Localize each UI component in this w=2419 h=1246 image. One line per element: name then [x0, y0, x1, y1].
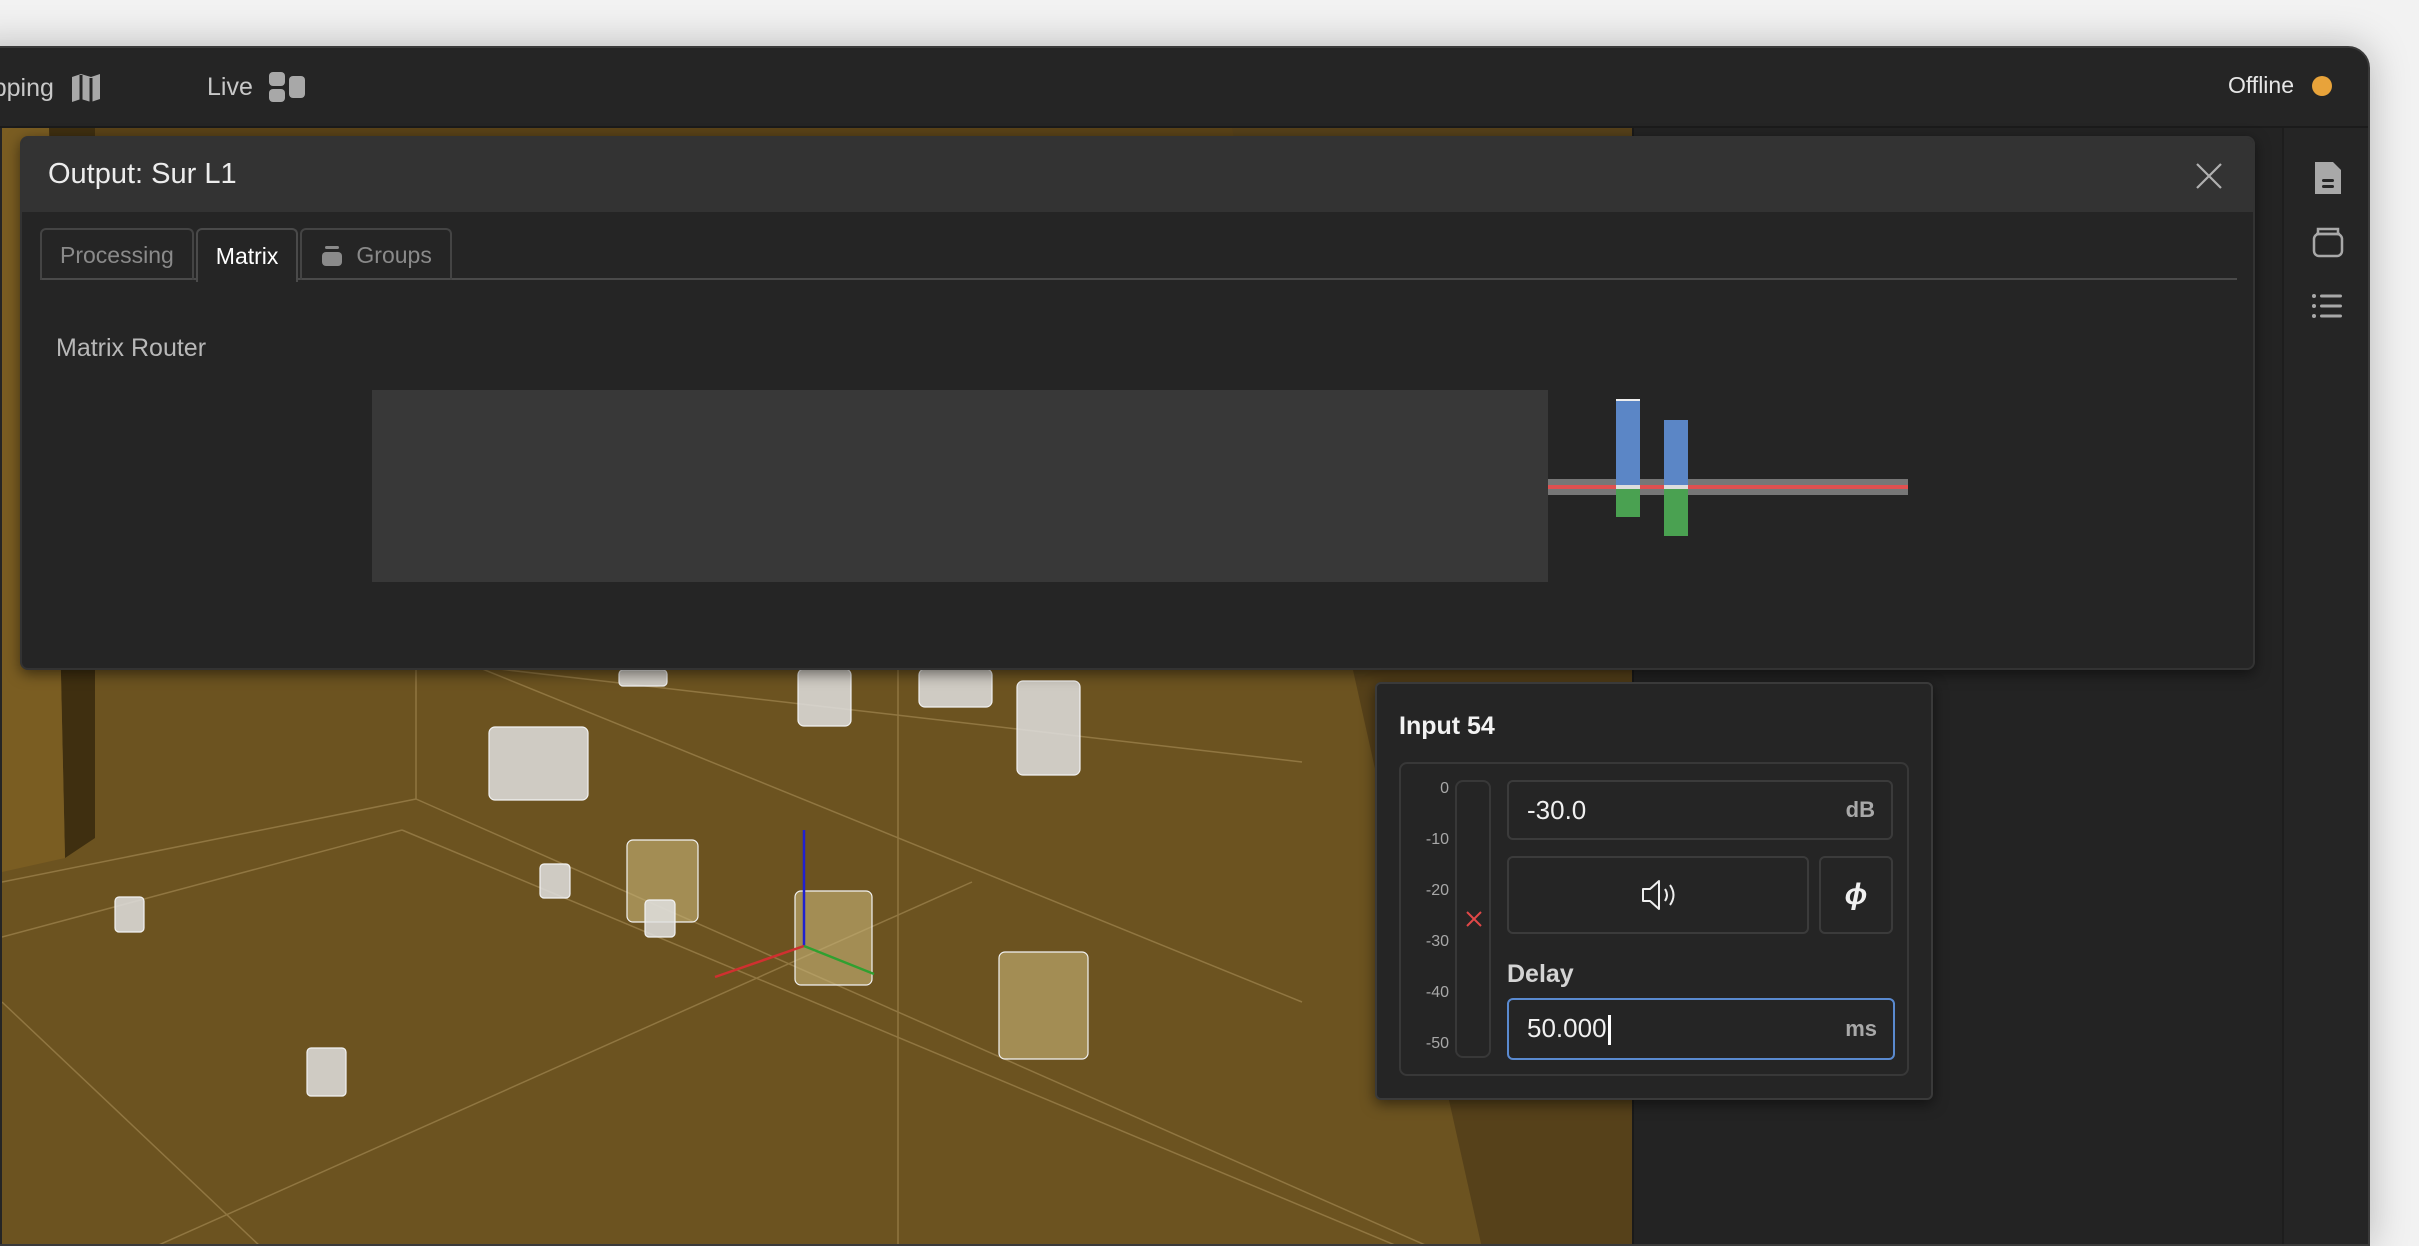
gain-input[interactable]: -30.0 dB: [1507, 780, 1893, 840]
tab-label: Matrix: [215, 242, 279, 269]
threshold-line: [1548, 485, 1908, 489]
scale-label: -50: [1425, 1035, 1449, 1052]
text-caret: [1607, 1015, 1611, 1046]
gain-value: -30.0: [1527, 794, 1587, 825]
tab-groups[interactable]: Groups: [300, 228, 452, 280]
clip-x-icon: [1466, 911, 1482, 927]
database-icon: [322, 246, 343, 266]
speaker-icon: [1642, 880, 1675, 910]
delay-value: 50.000: [1527, 1012, 1607, 1043]
tab-processing[interactable]: Processing: [40, 228, 194, 280]
status-dot: [2312, 75, 2332, 96]
mute-button[interactable]: [1507, 856, 1809, 934]
status-label: Offline: [2227, 72, 2294, 98]
gain-unit: dB: [1845, 797, 1875, 822]
database-icon[interactable]: [2310, 224, 2346, 260]
phase-label: ϕ: [1844, 878, 1868, 911]
nav-live[interactable]: Live: [207, 72, 307, 102]
channel-strip: 0 -10 -20 -30 -40 -50 -30.0 dB ϕ Delay 5…: [1399, 762, 1909, 1076]
nav-mapping-label: Mapping: [0, 73, 54, 102]
dialog-tabs: Processing Matrix Groups: [40, 228, 2237, 282]
nav-mapping[interactable]: Mapping: [0, 72, 102, 104]
level-meter: [1455, 780, 1491, 1058]
right-sidebar: [2282, 128, 2368, 1244]
scale-label: -30: [1425, 933, 1449, 950]
tab-matrix[interactable]: Matrix: [195, 228, 299, 282]
nav-live-label: Live: [207, 72, 253, 101]
tab-label: Processing: [60, 241, 174, 268]
delay-label: Delay: [1507, 960, 1574, 988]
input-54-panel: Input 54 0 -10 -20 -30 -40 -50 -30.0 dB …: [1375, 682, 1933, 1100]
list-icon[interactable]: [2310, 288, 2346, 324]
connection-status: Offline: [2228, 72, 2332, 99]
panel-title: Input 54: [1399, 712, 1495, 740]
close-icon[interactable]: [2193, 160, 2225, 192]
dialog-header: Output: Sur L1: [22, 138, 2253, 212]
dialog-title: Output: Sur L1: [48, 158, 237, 190]
gain-bar: [1664, 489, 1688, 536]
gain-bar: [1616, 489, 1640, 517]
live-layout-icon: [268, 72, 305, 102]
matrix-meters: [1548, 399, 1908, 536]
level-marker: [1664, 485, 1688, 489]
top-bar: Mapping Live Offline: [0, 48, 2368, 128]
section-label: Matrix Router: [56, 334, 207, 362]
phase-invert-button[interactable]: ϕ: [1819, 856, 1893, 934]
map-icon: [71, 74, 100, 103]
level-bar: [1616, 399, 1640, 485]
document-icon[interactable]: [2310, 160, 2346, 196]
scale-label: -20: [1425, 882, 1449, 899]
scale-label: -40: [1425, 984, 1449, 1001]
delay-unit: ms: [1845, 1016, 1877, 1041]
tab-label: Groups: [356, 241, 432, 268]
matrix-router-grid[interactable]: [372, 390, 1548, 582]
scale-label: -10: [1425, 831, 1449, 848]
level-bar: [1664, 420, 1688, 485]
scale-label: 0: [1440, 780, 1449, 797]
output-dialog: Output: Sur L1 Processing Matrix Groups …: [20, 136, 2255, 670]
peak-cap: [1616, 399, 1640, 401]
level-marker: [1616, 485, 1640, 489]
delay-input[interactable]: 50.000 ms: [1507, 998, 1895, 1060]
